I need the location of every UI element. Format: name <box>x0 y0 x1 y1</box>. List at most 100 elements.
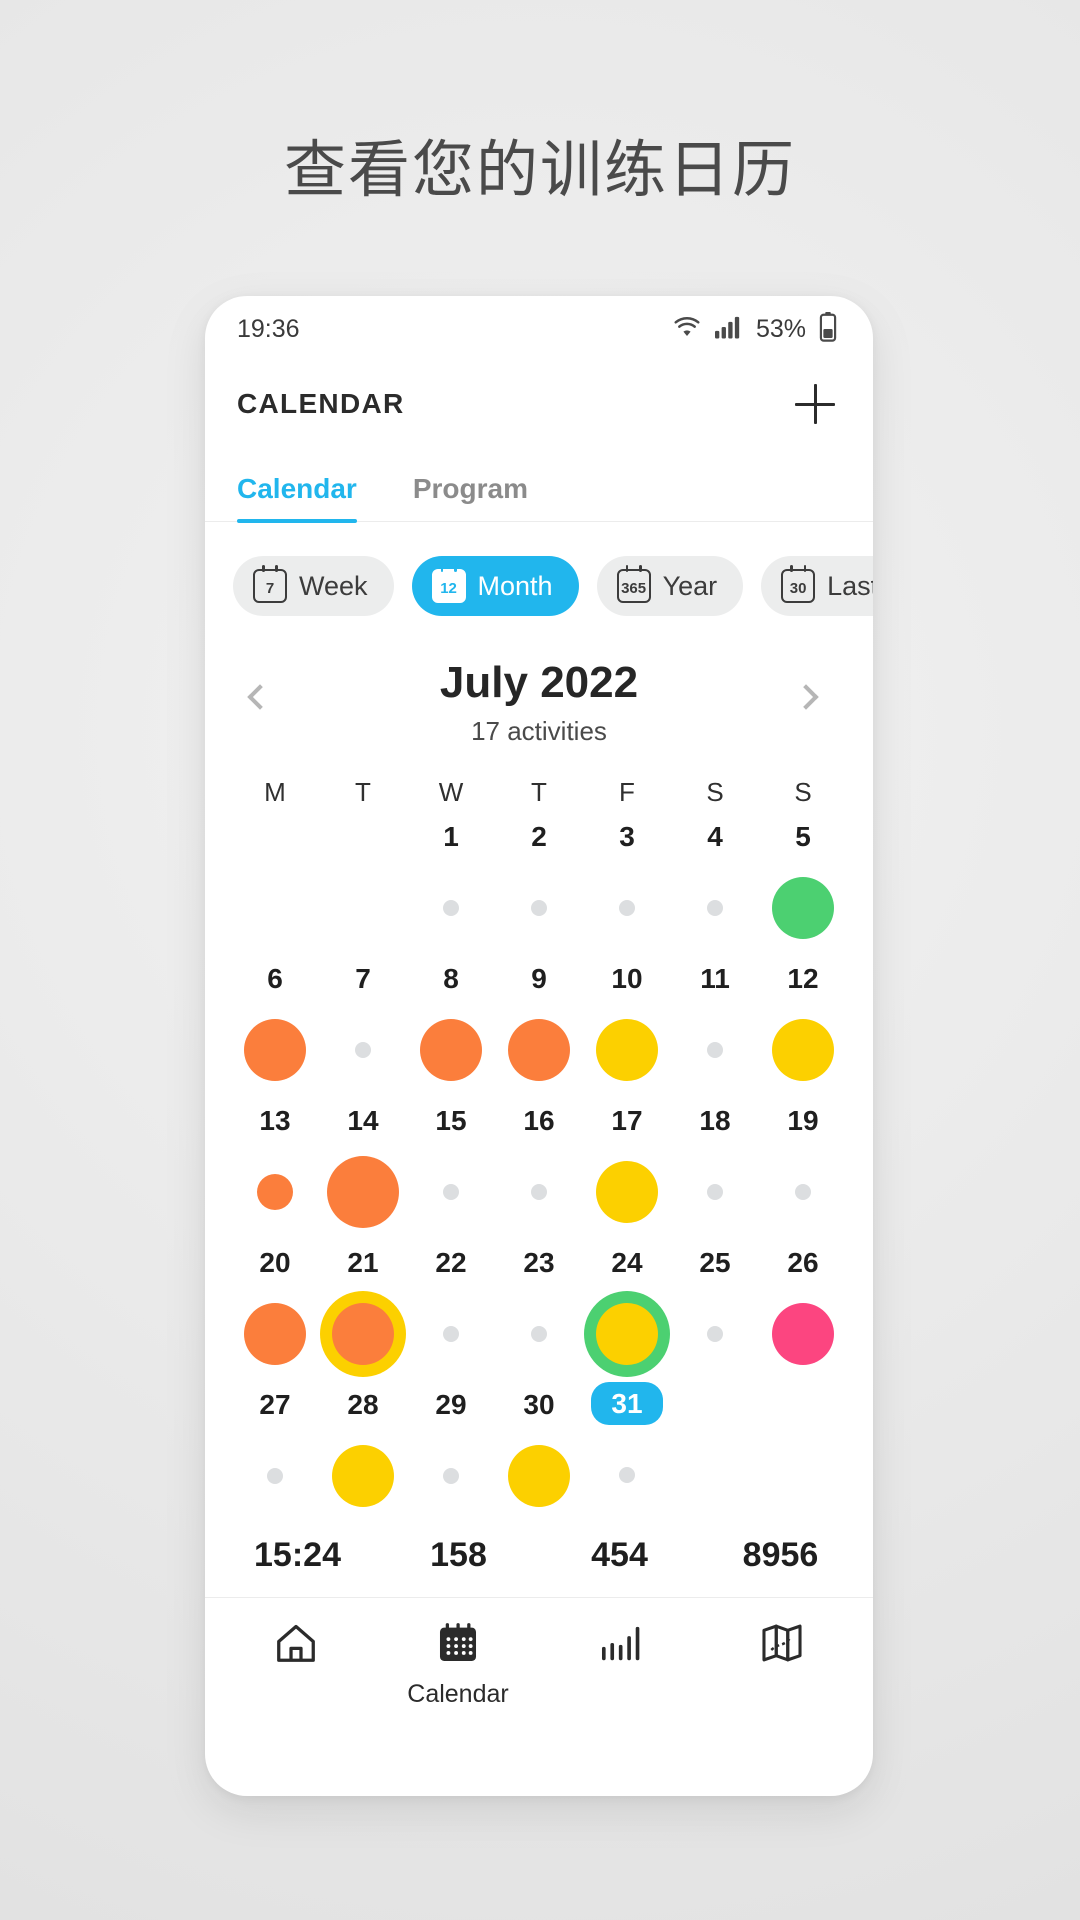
calendar-day-31[interactable]: 31 <box>583 1382 671 1524</box>
activity-circle <box>327 1156 399 1228</box>
status-time: 19:36 <box>237 314 300 343</box>
calendar-day-13[interactable]: 13 <box>231 1098 319 1240</box>
calendar-day-18[interactable]: 18 <box>671 1098 759 1240</box>
activity-marker-slot <box>759 1286 847 1382</box>
day-number: 19 <box>787 1105 819 1136</box>
activity-marker-slot <box>759 1428 847 1524</box>
nav-map[interactable] <box>701 1620 863 1718</box>
day-number: 24 <box>611 1247 643 1278</box>
activity-circle <box>772 1019 834 1081</box>
calendar-day-14[interactable]: 14 <box>319 1098 407 1240</box>
calendar-day-1[interactable]: 1 <box>407 814 495 956</box>
activity-circle <box>332 1445 394 1507</box>
tab-calendar[interactable]: Calendar <box>237 473 379 523</box>
calendar-day-21[interactable]: 21 <box>319 1240 407 1382</box>
day-of-week-3: T <box>531 777 547 807</box>
activity-marker-slot <box>583 860 671 956</box>
activity-marker-slot <box>495 1286 583 1382</box>
calendar-day-11[interactable]: 11 <box>671 956 759 1098</box>
nav-home[interactable] <box>215 1620 377 1718</box>
chevron-left-icon[interactable] <box>247 683 281 718</box>
calendar-day-16[interactable]: 16 <box>495 1098 583 1240</box>
chip-month[interactable]: 12 Month <box>411 556 579 616</box>
day-of-week-4: F <box>619 777 635 807</box>
activity-marker-slot <box>319 1428 407 1524</box>
day-number: 26 <box>787 1247 819 1278</box>
calendar-day-15[interactable]: 15 <box>407 1098 495 1240</box>
activities-count: 17 activities <box>471 716 607 746</box>
day-of-week-1: T <box>355 777 371 807</box>
activity-marker-slot <box>231 1144 319 1240</box>
calendar-day-9[interactable]: 9 <box>495 956 583 1098</box>
activity-empty-dot <box>443 1184 459 1200</box>
activity-empty-dot <box>531 1326 547 1342</box>
activity-marker-slot <box>671 1144 759 1240</box>
calendar-day-23[interactable]: 23 <box>495 1240 583 1382</box>
activity-empty-dot <box>795 1184 811 1200</box>
calendar-week-row: 6 7 8 9 10 11 12 <box>231 956 847 1098</box>
chip-last30[interactable]: 30 Last 30 <box>761 556 873 616</box>
calendar-day-27[interactable]: 27 <box>231 1382 319 1524</box>
activity-empty-dot <box>531 1184 547 1200</box>
stat-second: 158 <box>430 1536 487 1574</box>
calendar-day-8[interactable]: 8 <box>407 956 495 1098</box>
calendar-day-7[interactable]: 7 <box>319 956 407 1098</box>
calendar-day-26[interactable]: 26 <box>759 1240 847 1382</box>
day-number: 11 <box>700 963 730 994</box>
nav-stats[interactable] <box>539 1620 701 1718</box>
calendar-day-24[interactable]: 24 <box>583 1240 671 1382</box>
calendar-week-row: 27 28 29 30 31 <box>231 1382 847 1524</box>
activity-circle <box>257 1174 293 1210</box>
app-title: CALENDAR <box>237 388 405 419</box>
activity-circle <box>596 1161 658 1223</box>
calendar-7-icon: 7 <box>253 565 287 603</box>
wifi-icon <box>672 315 702 344</box>
activity-marker-slot <box>583 1286 671 1382</box>
calendar-day-22[interactable]: 22 <box>407 1240 495 1382</box>
chip-year-label: Year <box>662 570 718 601</box>
calendar-day-17[interactable]: 17 <box>583 1098 671 1240</box>
day-of-week-0: M <box>264 777 286 807</box>
nav-calendar[interactable]: Calendar <box>377 1620 539 1718</box>
activity-marker-slot <box>583 1425 671 1524</box>
calendar-week-row: 20 21 22 23 24 25 26 <box>231 1240 847 1382</box>
signal-bars-icon <box>714 315 743 344</box>
plus-icon[interactable] <box>791 380 839 428</box>
chevron-right-icon[interactable] <box>793 683 827 718</box>
calendar-day-empty <box>759 1382 847 1524</box>
chip-week[interactable]: 7 Week <box>233 556 394 616</box>
calendar-day-2[interactable]: 2 <box>495 814 583 956</box>
calendar-day-4[interactable]: 4 <box>671 814 759 956</box>
activity-circle <box>508 1445 570 1507</box>
calendar-day-25[interactable]: 25 <box>671 1240 759 1382</box>
chip-last30-label: Last 30 <box>827 570 873 601</box>
calendar-day-30[interactable]: 30 <box>495 1382 583 1524</box>
battery-icon <box>819 311 837 347</box>
calendar-day-29[interactable]: 29 <box>407 1382 495 1524</box>
calendar-day-12[interactable]: 12 <box>759 956 847 1098</box>
calendar-day-6[interactable]: 6 <box>231 956 319 1098</box>
activity-marker-slot <box>495 1428 583 1524</box>
day-number: 9 <box>531 963 547 994</box>
activity-marker-slot <box>671 1002 759 1098</box>
chip-year[interactable]: 365 Year <box>596 556 744 616</box>
range-filter-chips[interactable]: 7 Week 12 Month 365 Year 30 Last 30 <box>205 522 873 616</box>
day-number: 27 <box>259 1389 291 1420</box>
day-number: 31 <box>591 1382 663 1425</box>
stats-bars-icon <box>596 1620 644 1671</box>
activity-empty-dot <box>707 1184 723 1200</box>
day-number: 21 <box>347 1247 379 1278</box>
phone-screen: 19:36 53% CALENDAR Calendar Program 7 We… <box>205 296 873 1796</box>
calendar-day-19[interactable]: 19 <box>759 1098 847 1240</box>
calendar-day-5[interactable]: 5 <box>759 814 847 956</box>
calendar-icon <box>435 1620 481 1671</box>
tab-program[interactable]: Program <box>413 473 550 521</box>
activity-circle <box>508 1019 570 1081</box>
activity-empty-dot <box>619 900 635 916</box>
chip-week-label: Week <box>299 570 368 601</box>
calendar-day-20[interactable]: 20 <box>231 1240 319 1382</box>
calendar-day-3[interactable]: 3 <box>583 814 671 956</box>
calendar-day-empty <box>231 814 319 956</box>
calendar-day-28[interactable]: 28 <box>319 1382 407 1524</box>
calendar-day-10[interactable]: 10 <box>583 956 671 1098</box>
